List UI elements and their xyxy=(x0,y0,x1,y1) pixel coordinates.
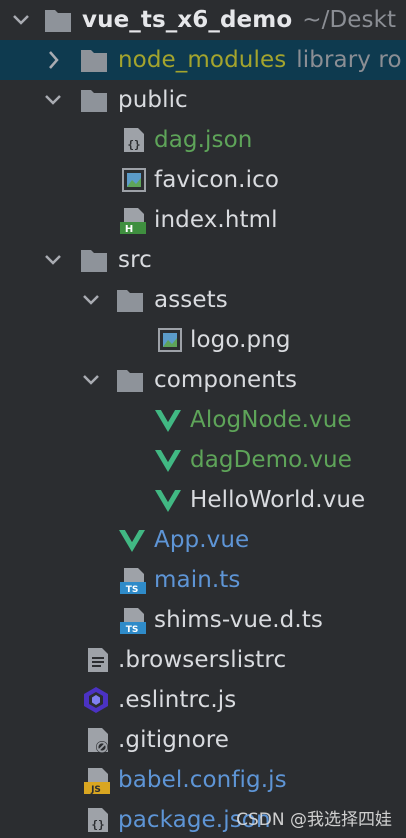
folder-icon xyxy=(81,250,107,272)
tree-row-main-ts[interactable]: TS main.ts xyxy=(0,560,406,600)
svg-text:{}: {} xyxy=(127,138,140,151)
file-label: dag.json xyxy=(154,127,253,153)
html-file-icon: H xyxy=(120,208,146,234)
vue-file-icon xyxy=(155,450,181,472)
project-path-hint: ~/Deskt xyxy=(302,7,397,33)
tree-row-helloworld-vue[interactable]: HelloWorld.vue xyxy=(0,480,406,520)
image-file-icon xyxy=(122,168,146,192)
file-label: AlogNode.vue xyxy=(190,407,352,433)
chevron-right-icon[interactable] xyxy=(44,50,62,70)
eslint-icon xyxy=(84,687,108,713)
gitignore-icon xyxy=(88,728,108,753)
chevron-down-icon[interactable] xyxy=(82,370,100,390)
chevron-down-icon[interactable] xyxy=(44,90,62,110)
src-folder-label: src xyxy=(118,247,152,273)
csdn-watermark: CSDN @我选择四娃 xyxy=(236,810,392,830)
assets-folder-label: assets xyxy=(154,287,228,313)
file-label: App.vue xyxy=(154,527,250,553)
typescript-file-icon: TS xyxy=(120,568,146,594)
file-label: dagDemo.vue xyxy=(190,447,352,473)
file-label: HelloWorld.vue xyxy=(190,487,366,513)
file-label: babel.config.js xyxy=(118,767,287,793)
tree-row-browserslistrc[interactable]: .browserslistrc xyxy=(0,640,406,680)
folder-icon xyxy=(45,10,71,32)
svg-text:H: H xyxy=(125,224,133,234)
tree-row-project-root[interactable]: vue_ts_x6_demo ~/Deskt xyxy=(0,0,406,40)
project-tree: vue_ts_x6_demo ~/Deskt node_modules librar… xyxy=(0,0,406,838)
file-label: favicon.ico xyxy=(154,167,280,193)
vue-file-icon xyxy=(119,530,145,552)
file-label: index.html xyxy=(154,207,278,233)
tree-row-components[interactable]: components xyxy=(0,360,406,400)
tree-row-index-html[interactable]: H index.html xyxy=(0,200,406,240)
file-label: .eslintrc.js xyxy=(118,687,237,713)
tree-row-gitignore[interactable]: .gitignore xyxy=(0,720,406,760)
chevron-down-icon[interactable] xyxy=(82,290,100,310)
folder-icon xyxy=(117,370,143,392)
tree-row-logo-png[interactable]: logo.png xyxy=(0,320,406,360)
tree-row-shims-vue-d-ts[interactable]: TS shims-vue.d.ts xyxy=(0,600,406,640)
tree-row-dag-json[interactable]: {} dag.json xyxy=(0,120,406,160)
tree-row-node-modules[interactable]: node_modules library ro xyxy=(0,40,406,80)
image-file-icon xyxy=(158,328,182,352)
folder-icon xyxy=(81,90,107,112)
node-modules-label: node_modules library ro xyxy=(118,47,402,73)
tree-row-assets[interactable]: assets xyxy=(0,280,406,320)
vue-file-icon xyxy=(155,490,181,512)
tree-row-public[interactable]: public xyxy=(0,80,406,120)
file-label: logo.png xyxy=(190,327,291,353)
typescript-file-icon: TS xyxy=(120,608,146,634)
components-folder-label: components xyxy=(154,367,298,393)
vue-file-icon xyxy=(155,410,181,432)
svg-text:JS: JS xyxy=(90,785,101,794)
tree-row-app-vue[interactable]: App.vue xyxy=(0,520,406,560)
json-file-icon: {} xyxy=(124,128,144,152)
svg-text:TS: TS xyxy=(126,585,139,594)
svg-text:{}: {} xyxy=(91,818,104,831)
public-folder-label: public xyxy=(118,87,188,113)
text-file-icon xyxy=(88,648,108,672)
chevron-down-icon[interactable] xyxy=(12,10,30,30)
file-label: main.ts xyxy=(154,567,241,593)
file-label: .gitignore xyxy=(118,727,230,753)
json-file-icon: {} xyxy=(88,808,108,832)
node-modules-hint: library ro xyxy=(296,47,402,73)
tree-row-dagdemo-vue[interactable]: dagDemo.vue xyxy=(0,440,406,480)
file-label: .browserslistrc xyxy=(118,647,287,673)
folder-icon xyxy=(117,290,143,312)
javascript-file-icon: JS xyxy=(84,768,110,794)
file-label: shims-vue.d.ts xyxy=(154,607,323,633)
folder-icon xyxy=(81,50,107,72)
tree-row-babel-config-js[interactable]: JS babel.config.js xyxy=(0,760,406,800)
svg-text:TS: TS xyxy=(126,625,139,634)
tree-row-eslintrc-js[interactable]: .eslintrc.js xyxy=(0,680,406,720)
chevron-down-icon[interactable] xyxy=(44,250,62,270)
tree-row-src[interactable]: src xyxy=(0,240,406,280)
tree-row-alognode-vue[interactable]: AlogNode.vue xyxy=(0,400,406,440)
tree-row-favicon[interactable]: favicon.ico xyxy=(0,160,406,200)
project-name: vue_ts_x6_demo ~/Deskt xyxy=(82,7,397,33)
